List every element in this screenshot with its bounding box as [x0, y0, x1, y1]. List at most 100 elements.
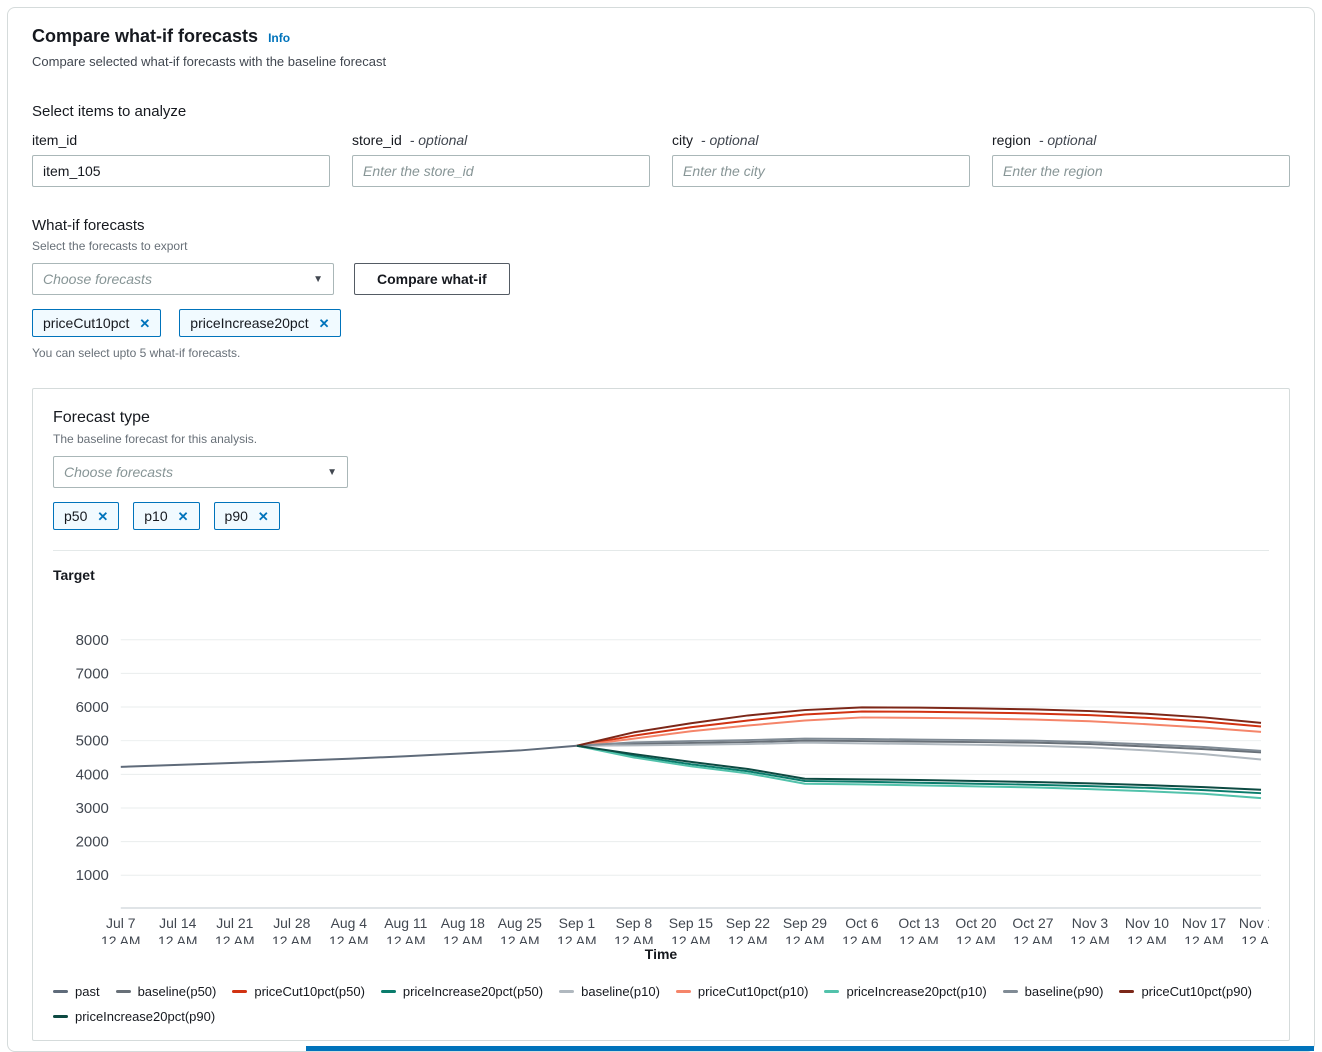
legend-item[interactable]: priceCut10pct(p50)	[232, 984, 365, 999]
legend-swatch	[381, 990, 396, 993]
dropdown-placeholder: Choose forecasts	[64, 464, 173, 480]
city-input[interactable]	[672, 155, 970, 187]
remove-token-icon[interactable]: ✕	[258, 510, 269, 523]
legend-item[interactable]: baseline(p10)	[559, 984, 660, 999]
legend-swatch	[116, 990, 131, 993]
legend-swatch	[1003, 990, 1018, 993]
y-tick-label: 8000	[76, 632, 109, 649]
x-tick-label: Aug 412 AM	[329, 915, 369, 944]
field-label: item_id	[32, 132, 330, 148]
forecast-type-dropdown[interactable]: Choose forecasts ▼	[53, 456, 348, 488]
forecast-chart[interactable]: 10002000300040005000600070008000Jul 712 …	[53, 609, 1269, 944]
legend-label: baseline(p90)	[1025, 984, 1104, 999]
remove-token-icon[interactable]: ✕	[319, 317, 330, 330]
x-tick-label: Jul 2812 AM	[272, 915, 312, 944]
legend-item[interactable]: priceCut10pct(p10)	[676, 984, 809, 999]
x-tick-label: Nov 1012 AM	[1125, 915, 1169, 944]
token-p50: p50 ✕	[53, 502, 119, 530]
field-optional-text: - optional	[1039, 132, 1097, 148]
page-title: Compare what-if forecasts	[32, 26, 258, 47]
forecast-type-controls: Choose forecasts ▼	[53, 456, 1269, 488]
field-region: region - optional	[992, 132, 1290, 187]
field-label-text: store_id	[352, 132, 402, 148]
field-label-text: region	[992, 132, 1031, 148]
token-label: priceIncrease20pct	[190, 315, 308, 331]
whatif-controls: Choose forecasts ▼ Compare what-if	[32, 263, 1290, 295]
legend-label: baseline(p10)	[581, 984, 660, 999]
chevron-down-icon: ▼	[313, 274, 323, 285]
token-p90: p90 ✕	[214, 502, 280, 530]
field-label-text: city	[672, 132, 693, 148]
field-label-text: item_id	[32, 132, 77, 148]
legend-item[interactable]: priceIncrease20pct(p10)	[824, 984, 986, 999]
legend-item[interactable]: baseline(p90)	[1003, 984, 1104, 999]
legend-item[interactable]: past	[53, 984, 100, 999]
x-tick-label: Jul 1412 AM	[158, 915, 198, 944]
page-header: Compare what-if forecasts Info	[32, 26, 1290, 47]
legend-label: priceIncrease20pct(p90)	[75, 1009, 215, 1024]
field-optional-text: - optional	[701, 132, 759, 148]
legend-item[interactable]: priceIncrease20pct(p50)	[381, 984, 543, 999]
field-city: city - optional	[672, 132, 970, 187]
legend-swatch	[53, 990, 68, 993]
x-tick-label: Oct 612 AM	[842, 915, 882, 944]
chart-legend: past baseline(p50) priceCut10pct(p50) price…	[53, 984, 1269, 1024]
compare-whatif-page: Compare what-if forecasts Info Compare s…	[7, 7, 1315, 1052]
y-tick-label: 5000	[76, 733, 109, 750]
remove-token-icon[interactable]: ✕	[178, 510, 189, 523]
token-priceIncrease20pct: priceIncrease20pct ✕	[179, 309, 340, 337]
legend-swatch	[232, 990, 247, 993]
whatif-token-row: priceCut10pct ✕ priceIncrease20pct ✕	[32, 309, 1290, 337]
legend-label: priceCut10pct(p10)	[698, 984, 809, 999]
y-tick-label: 3000	[76, 800, 109, 817]
field-label: region - optional	[992, 132, 1290, 148]
y-tick-label: 7000	[76, 665, 109, 682]
x-tick-label: Jul 2112 AM	[215, 915, 255, 944]
token-label: p50	[64, 508, 87, 524]
legend-item[interactable]: priceIncrease20pct(p90)	[53, 1009, 215, 1024]
token-label: p10	[144, 508, 167, 524]
store-id-input[interactable]	[352, 155, 650, 187]
legend-item[interactable]: baseline(p50)	[116, 984, 217, 999]
x-tick-label: Aug 1112 AM	[384, 915, 427, 944]
compare-whatif-button[interactable]: Compare what-if	[354, 263, 510, 295]
field-label: store_id - optional	[352, 132, 650, 148]
x-tick-label: Jul 712 AM	[101, 915, 141, 944]
legend-label: baseline(p50)	[138, 984, 217, 999]
x-tick-label: Oct 1312 AM	[898, 915, 939, 944]
legend-label: past	[75, 984, 100, 999]
x-tick-label: Sep 2912 AM	[783, 915, 827, 944]
page-description: Compare selected what-if forecasts with …	[32, 54, 1290, 69]
forecast-chart-svg[interactable]: 10002000300040005000600070008000Jul 712 …	[53, 609, 1269, 944]
x-tick-label: Aug 2512 AM	[498, 915, 542, 944]
legend-label: priceCut10pct(p90)	[1141, 984, 1252, 999]
x-tick-label: Nov 312 AM	[1070, 915, 1110, 944]
whatif-forecasts-dropdown[interactable]: Choose forecasts ▼	[32, 263, 334, 295]
legend-item[interactable]: priceCut10pct(p90)	[1119, 984, 1252, 999]
legend-label: priceCut10pct(p50)	[254, 984, 365, 999]
forecast-type-token-row: p50 ✕ p10 ✕ p90 ✕	[53, 502, 1269, 530]
legend-swatch	[1119, 990, 1134, 993]
y-tick-label: 6000	[76, 699, 109, 716]
y-axis-title: Target	[53, 567, 1269, 583]
legend-swatch	[53, 1015, 68, 1018]
remove-token-icon[interactable]: ✕	[139, 317, 150, 330]
x-tick-label: Oct 2712 AM	[1012, 915, 1053, 944]
info-link[interactable]: Info	[268, 31, 290, 45]
legend-label: priceIncrease20pct(p50)	[403, 984, 543, 999]
field-store-id: store_id - optional	[352, 132, 650, 187]
chevron-down-icon: ▼	[327, 467, 337, 478]
panel-divider	[53, 550, 1269, 551]
token-p10: p10 ✕	[133, 502, 199, 530]
y-tick-label: 2000	[76, 834, 109, 851]
whatif-heading: What-if forecasts	[32, 217, 1290, 234]
region-input[interactable]	[992, 155, 1290, 187]
item-id-input[interactable]	[32, 155, 330, 187]
x-tick-label: Sep 812 AM	[614, 915, 654, 944]
x-tick-label: Sep 1512 AM	[669, 915, 713, 944]
legend-swatch	[676, 990, 691, 993]
legend-label: priceIncrease20pct(p10)	[846, 984, 986, 999]
field-item-id: item_id	[32, 132, 330, 187]
remove-token-icon[interactable]: ✕	[97, 510, 108, 523]
token-label: priceCut10pct	[43, 315, 129, 331]
